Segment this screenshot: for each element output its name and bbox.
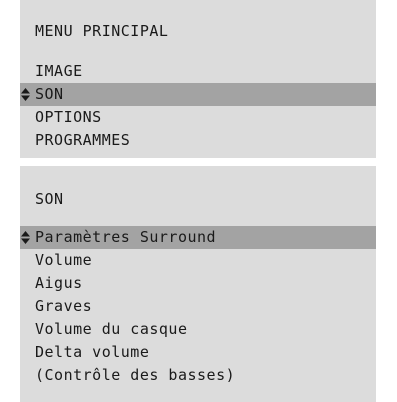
- main-menu-panel: MENU PRINCIPAL IMAGE SON OPTIONS PROGRAM…: [20, 0, 376, 158]
- menu-item-label: Delta volume: [35, 343, 150, 361]
- menu-item-parametres-surround[interactable]: Paramètres Surround: [20, 226, 376, 249]
- menu-item-programmes[interactable]: PROGRAMMES: [20, 129, 376, 152]
- menu-item-image[interactable]: IMAGE: [20, 60, 376, 83]
- menu-item-volume[interactable]: Volume: [20, 249, 376, 272]
- main-menu-list: IMAGE SON OPTIONS PROGRAMMES: [20, 60, 376, 152]
- menu-item-label: Volume: [35, 251, 93, 269]
- main-menu-title: MENU PRINCIPAL: [35, 22, 169, 40]
- son-menu-panel: SON Paramètres Surround Volume Aigus Gra…: [20, 166, 376, 402]
- up-down-arrows-icon: [21, 231, 30, 244]
- menu-item-label: PROGRAMMES: [35, 131, 131, 149]
- menu-item-son[interactable]: SON: [20, 83, 376, 106]
- menu-item-controle-basses[interactable]: (Contrôle des basses): [20, 364, 376, 387]
- son-menu-title: SON: [35, 190, 64, 208]
- menu-item-label: Graves: [35, 297, 93, 315]
- menu-item-label: SON: [35, 85, 64, 103]
- menu-item-label: OPTIONS: [35, 108, 102, 126]
- menu-item-label: Aigus: [35, 274, 83, 292]
- menu-item-label: IMAGE: [35, 62, 83, 80]
- menu-item-volume-casque[interactable]: Volume du casque: [20, 318, 376, 341]
- menu-item-delta-volume[interactable]: Delta volume: [20, 341, 376, 364]
- menu-item-aigus[interactable]: Aigus: [20, 272, 376, 295]
- menu-item-label: Volume du casque: [35, 320, 188, 338]
- up-down-arrows-icon: [21, 88, 30, 101]
- son-menu-list: Paramètres Surround Volume Aigus Graves …: [20, 226, 376, 387]
- menu-item-options[interactable]: OPTIONS: [20, 106, 376, 129]
- menu-item-label: (Contrôle des basses): [35, 366, 236, 384]
- menu-item-graves[interactable]: Graves: [20, 295, 376, 318]
- menu-item-label: Paramètres Surround: [35, 228, 217, 246]
